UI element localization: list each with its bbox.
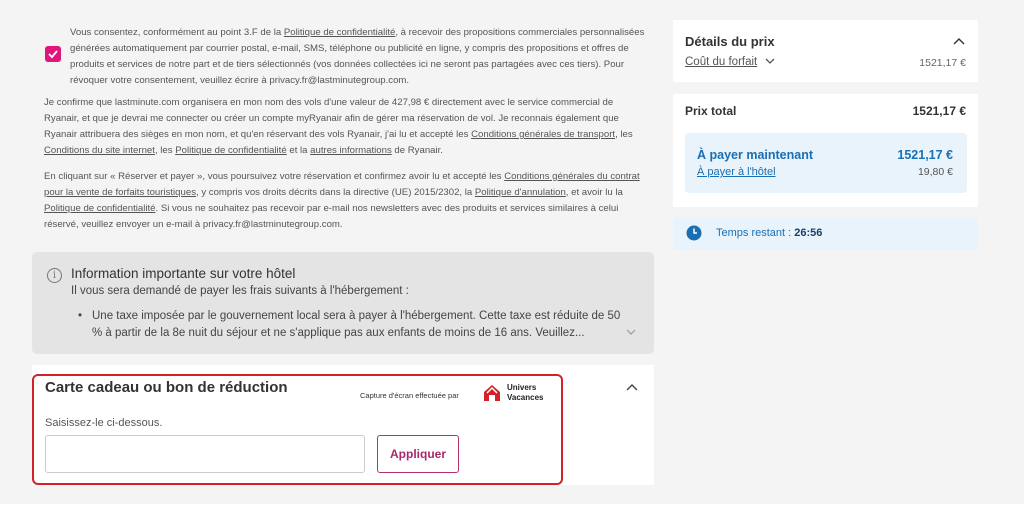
time-remaining-banner: Temps restant : 26:56 — [673, 217, 978, 250]
transport-conditions-link[interactable]: Conditions générales de transport — [471, 129, 615, 140]
capture-credit: Capture d'écran effectuée par — [360, 391, 459, 400]
pay-now-amount: 1521,17 € — [897, 148, 953, 162]
total-price-amount: 1521,17 € — [912, 104, 966, 118]
consent-section: Vous consentez, conformément au point 3.… — [32, 20, 654, 250]
brand-line-2: Vacances — [507, 393, 544, 402]
terms-text-part: , les — [154, 145, 176, 156]
time-remaining-label: Temps restant : 26:56 — [716, 227, 822, 239]
info-icon: i — [47, 268, 62, 283]
univers-vacances-logo-icon — [484, 385, 500, 401]
brand-line-1: Univers — [507, 383, 537, 392]
cancellation-policy-link[interactable]: Politique d'annulation — [475, 187, 566, 198]
terms-text-part: , les — [615, 129, 633, 140]
ryanair-terms-text: Je confirme que lastminute.com organiser… — [44, 95, 644, 159]
brand-name: Univers Vacances — [507, 383, 557, 403]
consent-checkbox[interactable] — [45, 46, 61, 62]
chevron-down-icon[interactable] — [765, 55, 775, 67]
other-info-link[interactable]: autres informations — [310, 145, 392, 156]
consent-text-part: Vous consentez, conformément au point 3.… — [70, 27, 284, 38]
package-cost-amount: 1521,17 € — [919, 57, 966, 69]
package-cost-toggle[interactable]: Coût du forfait — [685, 56, 757, 68]
chevron-down-icon[interactable] — [626, 326, 636, 338]
price-details-title: Détails du prix — [685, 34, 775, 49]
hotel-tax-text: Une taxe imposée par le gouvernement loc… — [92, 310, 621, 339]
pay-now-label: À payer maintenant — [697, 148, 814, 162]
divider — [673, 82, 978, 94]
booking-terms-text: En cliquant sur « Réserver et payer », v… — [44, 169, 644, 233]
time-remaining-value: 26:56 — [794, 227, 823, 239]
hotel-info-panel[interactable]: i Information importante sur votre hôtel… — [32, 252, 654, 354]
total-price-label: Prix total — [685, 104, 737, 118]
bullet-dot: • — [78, 310, 83, 322]
apply-button[interactable]: Appliquer — [377, 435, 459, 473]
privacy-policy-link[interactable]: Politique de confidentialité — [284, 27, 395, 38]
pay-at-hotel-link[interactable]: À payer à l'hôtel — [697, 166, 776, 178]
chevron-up-icon[interactable] — [953, 33, 965, 48]
price-details-card: Détails du prix Coût du forfait 1521,17 … — [673, 20, 978, 207]
gift-card-title: Carte cadeau ou bon de réduction — [45, 379, 288, 396]
terms-text-part: de Ryanair. — [391, 145, 443, 156]
pay-at-hotel-amount: 19,80 € — [917, 166, 953, 178]
payment-breakdown: À payer maintenant 1521,17 € À payer à l… — [685, 133, 967, 193]
check-icon — [48, 50, 58, 59]
timer-text: Temps restant : — [716, 227, 795, 239]
left-column: Vous consentez, conformément au point 3.… — [32, 20, 654, 504]
gift-card-section: Carte cadeau ou bon de réduction Capture… — [32, 365, 654, 485]
terms-text-part: et la — [286, 145, 311, 156]
booking-text-part: , y compris vos droits décrits dans la d… — [196, 187, 475, 198]
clock-icon — [686, 225, 702, 241]
website-conditions-link[interactable]: Conditions du site internet — [44, 145, 155, 156]
hotel-info-subtitle: Il vous sera demandé de payer les frais … — [71, 285, 409, 297]
booking-privacy-link[interactable]: Politique de confidentialité — [44, 203, 155, 214]
hotel-info-title: Information importante sur votre hôtel — [71, 266, 296, 281]
gift-code-input[interactable] — [45, 435, 365, 473]
marketing-consent-text: Vous consentez, conformément au point 3.… — [70, 25, 650, 89]
booking-text-part: En cliquant sur « Réserver et payer », v… — [44, 171, 505, 182]
gift-code-label: Saisissez-le ci-dessous. — [45, 417, 163, 429]
ryanair-privacy-link[interactable]: Politique de confidentialité — [175, 145, 286, 156]
chevron-up-icon[interactable] — [626, 379, 638, 394]
booking-text-part: , et avoir lu la — [565, 187, 623, 198]
